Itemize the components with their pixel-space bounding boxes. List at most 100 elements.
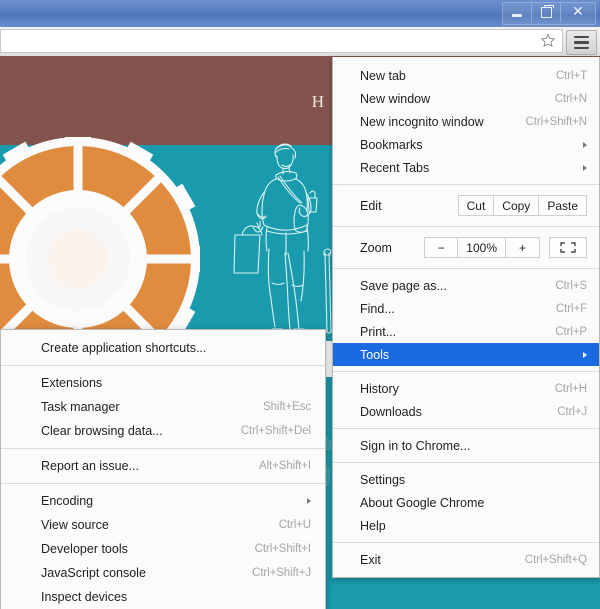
menu-item-shortcut: Ctrl+N bbox=[555, 93, 587, 105]
title-bar: ✕ bbox=[0, 0, 600, 27]
menu-item-label: Recent Tabs bbox=[360, 161, 429, 175]
zoom-level-value[interactable]: 100% bbox=[458, 237, 506, 258]
menu-item-edit[interactable]: Edit CutCopyPaste bbox=[333, 190, 599, 221]
cut-button[interactable]: Cut bbox=[458, 195, 495, 216]
menu-item-create-application-shortcuts[interactable]: Create application shortcuts... bbox=[1, 336, 325, 360]
restore-icon bbox=[541, 7, 552, 18]
menu-item-shortcut: Ctrl+H bbox=[555, 383, 587, 395]
menu-item-new-window[interactable]: New window Ctrl+N bbox=[333, 87, 599, 110]
menu-item-label: New window bbox=[360, 92, 430, 106]
zoom-in-button[interactable]: + bbox=[506, 237, 540, 258]
menu-item-javascript-console[interactable]: JavaScript console Ctrl+Shift+J bbox=[1, 561, 325, 585]
edit-button-group: CutCopyPaste bbox=[458, 195, 587, 216]
menu-item-label: Extensions bbox=[41, 376, 102, 390]
browser-toolbar bbox=[0, 27, 600, 57]
fullscreen-button[interactable] bbox=[549, 237, 587, 258]
menu-item-downloads[interactable]: DownloadsCtrl+J bbox=[333, 400, 599, 423]
menu-item-label: Tools bbox=[360, 348, 389, 362]
menu-item-label: Task manager bbox=[41, 400, 120, 414]
menu-item-label: New incognito window bbox=[360, 115, 484, 129]
menu-item-label: Inspect devices bbox=[41, 590, 127, 604]
menu-item-shortcut: Ctrl+Shift+N bbox=[526, 116, 587, 128]
page-title: H bbox=[312, 92, 324, 112]
menu-item-shortcut: Shift+Esc bbox=[263, 401, 311, 413]
paste-button[interactable]: Paste bbox=[539, 195, 587, 216]
tools-submenu: Create application shortcuts... Extension… bbox=[0, 329, 326, 609]
menu-item-shortcut: Ctrl+T bbox=[556, 70, 587, 82]
close-button[interactable]: ✕ bbox=[561, 3, 595, 22]
menu-item-developer-tools[interactable]: Developer tools Ctrl+Shift+I bbox=[1, 537, 325, 561]
menu-item-new-incognito-window[interactable]: New incognito window Ctrl+Shift+N bbox=[333, 110, 599, 133]
browser-window: ✕ H bbox=[0, 0, 600, 609]
hamburger-menu-icon bbox=[574, 41, 589, 44]
menu-item-new-tab[interactable]: New tabCtrl+T bbox=[333, 64, 599, 87]
menu-item-label: Clear browsing data... bbox=[41, 424, 163, 438]
window-controls: ✕ bbox=[502, 2, 596, 25]
menu-item-task-manager[interactable]: Task manager Shift+Esc bbox=[1, 395, 325, 419]
chevron-right-icon bbox=[583, 352, 587, 358]
hamburger-menu-icon bbox=[574, 47, 589, 50]
menu-item-exit[interactable]: ExitCtrl+Shift+Q bbox=[333, 548, 599, 571]
menu-item-shortcut: Ctrl+Shift+J bbox=[252, 567, 311, 579]
menu-item-find[interactable]: Find...Ctrl+F bbox=[333, 297, 599, 320]
menu-item-history[interactable]: History Ctrl+H bbox=[333, 377, 599, 400]
menu-item-shortcut: Ctrl+Shift+I bbox=[255, 543, 311, 555]
minimize-button[interactable] bbox=[503, 3, 532, 22]
zoom-out-button[interactable]: − bbox=[424, 237, 458, 258]
menu-item-settings[interactable]: Settings bbox=[333, 468, 599, 491]
close-icon: ✕ bbox=[572, 6, 584, 20]
menu-item-shortcut: Ctrl+Shift+Del bbox=[241, 425, 311, 437]
menu-item-label: Help bbox=[360, 519, 386, 533]
maximize-button[interactable] bbox=[532, 3, 561, 22]
menu-item-label: Zoom bbox=[360, 241, 392, 255]
menu-item-report-an-issue[interactable]: Report an issue...Alt+Shift+I bbox=[1, 454, 325, 478]
menu-item-help[interactable]: Help bbox=[333, 514, 599, 537]
menu-item-label: History bbox=[360, 382, 399, 396]
address-bar-input[interactable] bbox=[0, 29, 563, 53]
chrome-menu-button[interactable] bbox=[566, 30, 597, 55]
menu-item-clear-browsing-data[interactable]: Clear browsing data... Ctrl+Shift+Del bbox=[1, 419, 325, 443]
hamburger-menu-icon bbox=[574, 36, 589, 39]
menu-item-label: Encoding bbox=[41, 494, 93, 508]
menu-item-zoom[interactable]: Zoom −100%+ bbox=[333, 232, 599, 263]
menu-item-label: Edit bbox=[360, 199, 382, 213]
menu-item-label: Print... bbox=[360, 325, 396, 339]
chevron-right-icon bbox=[307, 498, 311, 504]
menu-separator bbox=[333, 184, 599, 185]
chevron-right-icon bbox=[583, 165, 587, 171]
menu-separator bbox=[333, 371, 599, 372]
menu-item-label: Developer tools bbox=[41, 542, 128, 556]
menu-item-encoding[interactable]: Encoding bbox=[1, 489, 325, 513]
menu-item-label: Settings bbox=[360, 473, 405, 487]
menu-separator bbox=[333, 268, 599, 269]
menu-item-sign-in-to-chrome[interactable]: Sign in to Chrome... bbox=[333, 434, 599, 457]
menu-item-shortcut: Ctrl+S bbox=[555, 280, 587, 292]
menu-separator bbox=[1, 483, 325, 484]
menu-item-label: Bookmarks bbox=[360, 138, 423, 152]
menu-item-shortcut: Ctrl+F bbox=[556, 303, 587, 315]
menu-item-view-source[interactable]: View source Ctrl+U bbox=[1, 513, 325, 537]
menu-separator bbox=[333, 226, 599, 227]
woman-illustration bbox=[232, 143, 342, 348]
menu-item-bookmarks[interactable]: Bookmarks bbox=[333, 133, 599, 156]
menu-item-label: About Google Chrome bbox=[360, 496, 484, 510]
menu-item-label: JavaScript console bbox=[41, 566, 146, 580]
menu-item-tools[interactable]: Tools bbox=[333, 343, 599, 366]
menu-item-extensions[interactable]: Extensions bbox=[1, 371, 325, 395]
menu-item-shortcut: Ctrl+J bbox=[557, 406, 587, 418]
star-icon[interactable] bbox=[540, 33, 556, 49]
menu-item-shortcut: Ctrl+U bbox=[279, 519, 311, 531]
menu-item-label: View source bbox=[41, 518, 109, 532]
menu-separator bbox=[1, 365, 325, 366]
menu-item-recent-tabs[interactable]: Recent Tabs bbox=[333, 156, 599, 179]
copy-button[interactable]: Copy bbox=[494, 195, 539, 216]
menu-item-save-page-as[interactable]: Save page as...Ctrl+S bbox=[333, 274, 599, 297]
chrome-main-menu: New tabCtrl+T New window Ctrl+N New incogni… bbox=[332, 57, 600, 578]
minimize-icon bbox=[512, 14, 522, 17]
menu-item-about-google-chrome[interactable]: About Google Chrome bbox=[333, 491, 599, 514]
menu-item-print[interactable]: Print...Ctrl+P bbox=[333, 320, 599, 343]
menu-item-label: Create application shortcuts... bbox=[41, 341, 206, 355]
menu-item-inspect-devices[interactable]: Inspect devices bbox=[1, 585, 325, 609]
menu-item-shortcut: Alt+Shift+I bbox=[259, 460, 311, 472]
zoom-control-group: −100%+ bbox=[424, 237, 587, 258]
